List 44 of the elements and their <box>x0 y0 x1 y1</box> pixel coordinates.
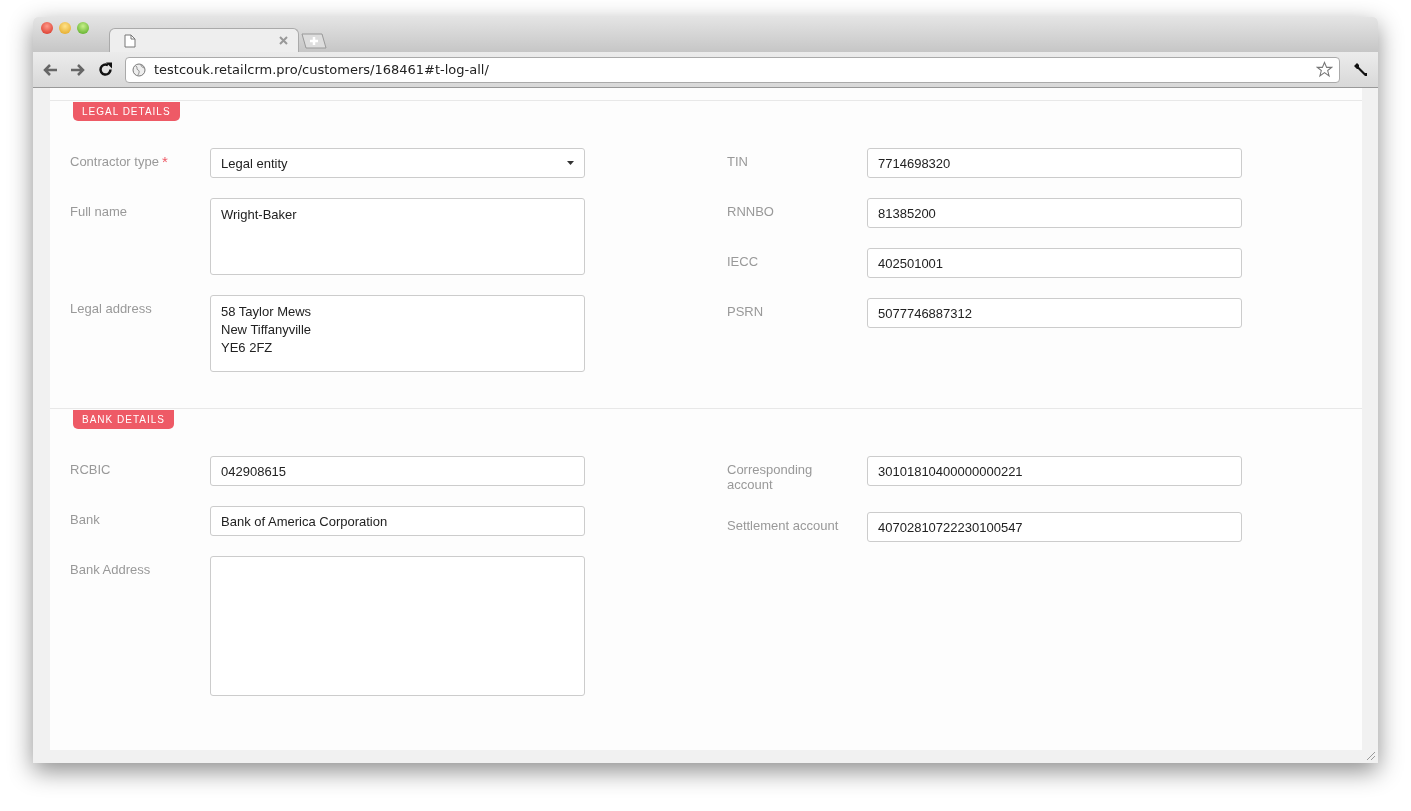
textarea-field[interactable]: 58 Taylor Mews New Tiffanyville YE6 2FZ <box>210 295 585 372</box>
field-label: Corresponding account <box>727 462 814 492</box>
text-field[interactable]: 042908615 <box>210 456 585 486</box>
back-icon[interactable] <box>42 62 58 77</box>
minimize-window-button[interactable] <box>59 22 71 34</box>
field-label: Bank Address <box>70 562 151 577</box>
address-bar[interactable]: testcouk.retailcrm.pro/customers/168461#t-log-all/ <box>125 56 1340 83</box>
forward-icon[interactable] <box>70 62 86 77</box>
text-field[interactable]: 40702810722230100547 <box>867 512 1242 542</box>
section-title: LEGAL DETAILS <box>73 102 180 121</box>
field-label: Settlement account <box>727 518 839 533</box>
field-label: Legal address <box>70 301 152 316</box>
field-label: PSRN <box>727 304 764 319</box>
field-label: Contractor type <box>70 154 159 169</box>
browser-tab[interactable] <box>109 28 299 52</box>
new-tab-button[interactable] <box>301 33 327 49</box>
section-title: BANK DETAILS <box>73 410 174 429</box>
text-field[interactable]: 7714698320 <box>867 148 1242 178</box>
text-field[interactable]: 402501001 <box>867 248 1242 278</box>
required-mark: * <box>161 154 168 169</box>
field-label: TIN <box>727 154 748 169</box>
text-field[interactable]: 30101810400000000221 <box>867 456 1242 486</box>
resize-grip-icon[interactable] <box>1366 751 1376 761</box>
star-icon[interactable] <box>1316 61 1333 78</box>
globe-icon <box>132 62 146 77</box>
zoom-window-button[interactable] <box>77 22 89 34</box>
reload-icon[interactable] <box>98 62 113 77</box>
field-label: IECC <box>727 254 759 269</box>
close-tab-icon[interactable] <box>279 36 288 45</box>
text-field[interactable]: 81385200 <box>867 198 1242 228</box>
dropdown-value: Legal entity <box>221 155 288 171</box>
close-window-button[interactable] <box>41 22 53 34</box>
url-text: testcouk.retailcrm.pro/customers/168461#t-log-all/ <box>154 62 490 77</box>
textarea-field[interactable] <box>210 556 585 696</box>
field-label: Full name <box>70 204 128 219</box>
field-label: RCBIC <box>70 462 111 477</box>
caret-icon <box>567 161 574 165</box>
dropdown-field[interactable]: Legal entity <box>210 148 585 178</box>
field-label: Bank <box>70 512 100 527</box>
textarea-field[interactable]: Wright-Baker <box>210 198 585 275</box>
text-field[interactable]: Bank of America Corporation <box>210 506 585 536</box>
page-icon <box>124 33 136 48</box>
text-field[interactable]: 5077746887312 <box>867 298 1242 328</box>
field-label: RNNBO <box>727 204 774 219</box>
